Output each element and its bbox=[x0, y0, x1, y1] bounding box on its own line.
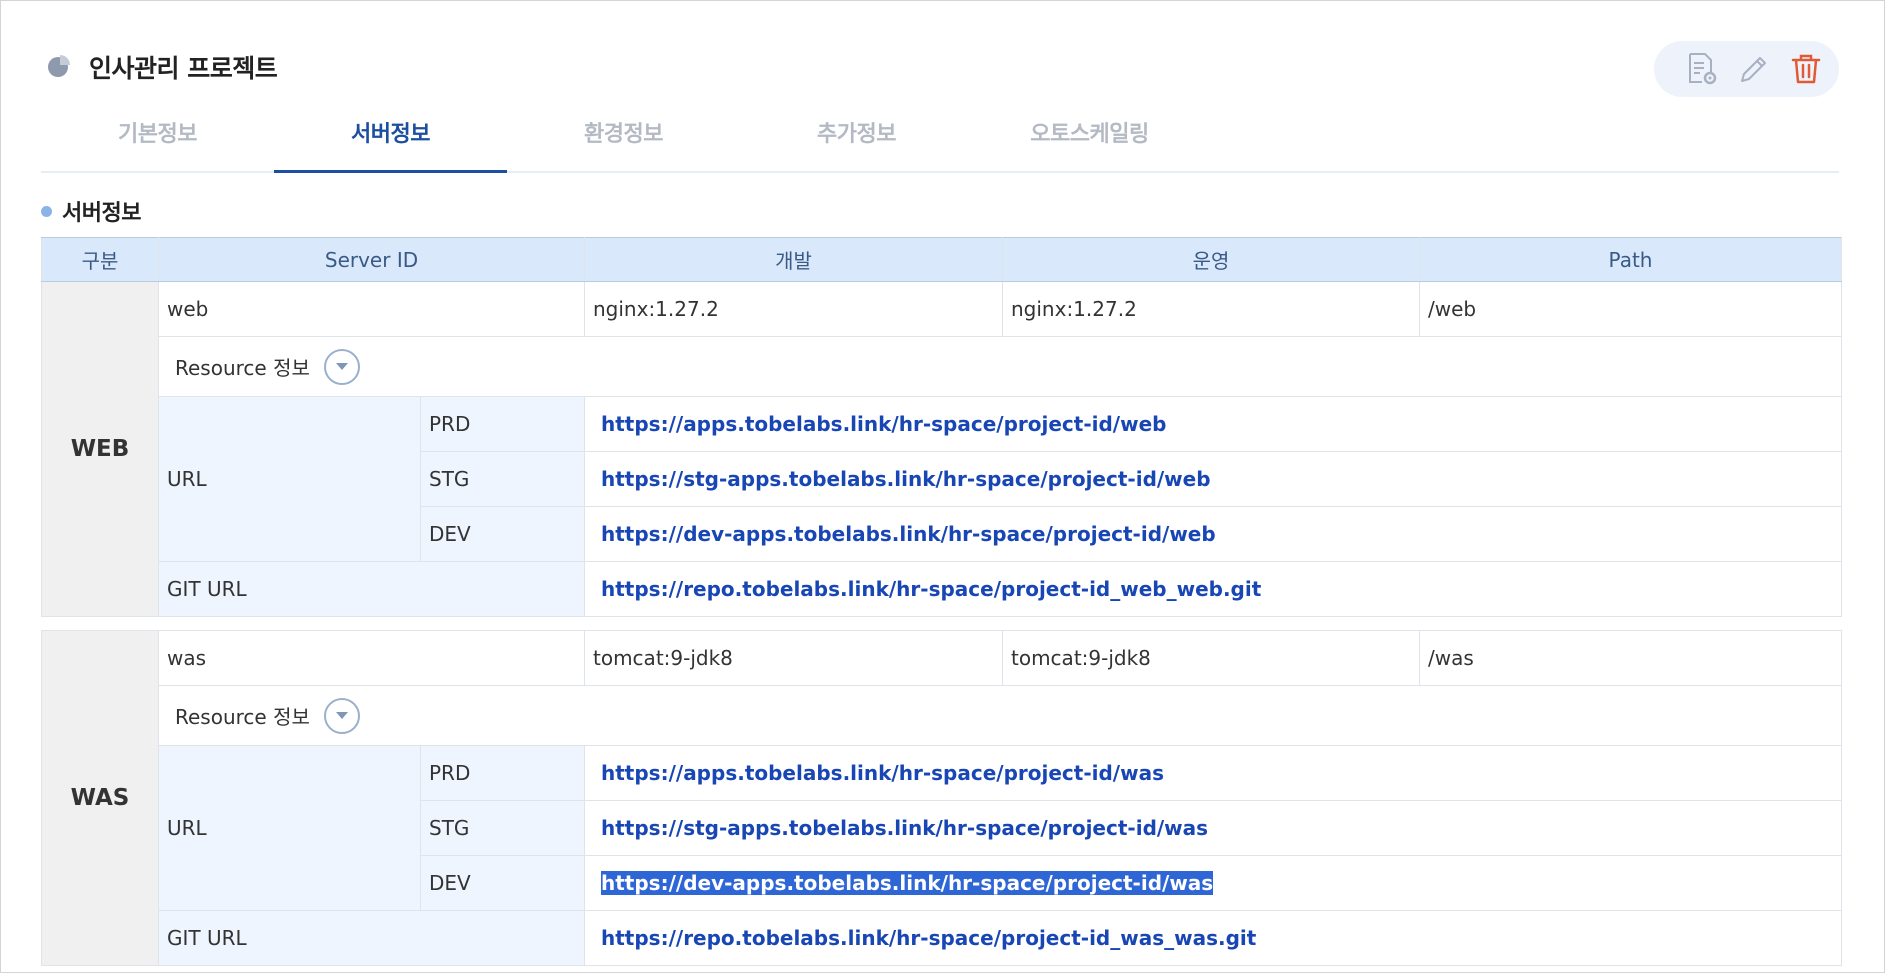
server-id-cell: was bbox=[158, 630, 585, 686]
settings-doc-icon bbox=[1689, 53, 1717, 85]
tab-bar: 기본정보 서버정보 환경정보 추가정보 오토스케일링 bbox=[41, 106, 1839, 173]
table-row: GIT URL https://repo.tobelabs.link/hr-sp… bbox=[42, 910, 1842, 966]
col-header-server-id: Server ID bbox=[158, 237, 585, 282]
url-cell: https://apps.tobelabs.link/hr-space/proj… bbox=[584, 396, 1842, 452]
url-cell: https://stg-apps.tobelabs.link/hr-space/… bbox=[584, 800, 1842, 856]
url-cell: https://stg-apps.tobelabs.link/hr-space/… bbox=[584, 451, 1842, 507]
url-link-stg[interactable]: https://stg-apps.tobelabs.link/hr-space/… bbox=[601, 467, 1211, 491]
tab-additional-info[interactable]: 추가정보 bbox=[740, 106, 973, 171]
url-link-prd[interactable]: https://apps.tobelabs.link/hr-space/proj… bbox=[601, 761, 1164, 785]
url-cell: https://dev-apps.tobelabs.link/hr-space/… bbox=[584, 506, 1842, 562]
git-url-cell: https://repo.tobelabs.link/hr-space/proj… bbox=[584, 561, 1842, 617]
url-cell: https://dev-apps.tobelabs.link/hr-space/… bbox=[584, 855, 1842, 911]
table-row: URL PRD https://apps.tobelabs.link/hr-sp… bbox=[42, 745, 1842, 911]
resource-info-label: Resource 정보 bbox=[175, 705, 310, 729]
env-label: STG bbox=[420, 451, 585, 507]
col-header-dev: 개발 bbox=[584, 237, 1003, 282]
env-label: PRD bbox=[420, 396, 585, 452]
resource-expand-button[interactable] bbox=[323, 697, 360, 734]
git-url-link[interactable]: https://repo.tobelabs.link/hr-space/proj… bbox=[601, 926, 1256, 950]
env-label: DEV bbox=[420, 855, 585, 911]
url-link-stg[interactable]: https://stg-apps.tobelabs.link/hr-space/… bbox=[601, 816, 1208, 840]
spacer-cell bbox=[41, 616, 1842, 631]
table-row: WAS was tomcat:9-jdk8 tomcat:9-jdk8 /was bbox=[41, 630, 1842, 966]
resource-info-cell: Resource 정보 bbox=[158, 336, 1842, 397]
table-row: GIT URL https://repo.tobelabs.link/hr-sp… bbox=[42, 561, 1842, 617]
col-header-path: Path bbox=[1419, 237, 1842, 282]
edit-button[interactable] bbox=[1735, 50, 1773, 88]
tab-autoscaling[interactable]: 오토스케일링 bbox=[973, 106, 1206, 171]
col-header-category: 구분 bbox=[41, 237, 159, 282]
path-cell: /web bbox=[1419, 281, 1842, 337]
edit-icon bbox=[1741, 57, 1766, 82]
group-label-was: WAS bbox=[41, 630, 159, 966]
action-toolbar bbox=[1654, 41, 1839, 97]
chevron-down-icon bbox=[335, 712, 348, 719]
server-info-table: 구분 Server ID 개발 운영 Path WEB web nginx:1.… bbox=[41, 237, 1842, 966]
delete-icon bbox=[1791, 54, 1821, 84]
dev-image-cell: nginx:1.27.2 bbox=[584, 281, 1003, 337]
url-link-prd[interactable]: https://apps.tobelabs.link/hr-space/proj… bbox=[601, 412, 1166, 436]
chevron-down-icon bbox=[335, 363, 348, 370]
tab-environment-info[interactable]: 환경정보 bbox=[507, 106, 740, 171]
col-header-prod: 운영 bbox=[1002, 237, 1420, 282]
url-label: URL bbox=[158, 396, 421, 562]
url-cell: https://apps.tobelabs.link/hr-space/proj… bbox=[584, 745, 1842, 801]
path-cell: /was bbox=[1419, 630, 1842, 686]
table-row: WEB web nginx:1.27.2 nginx:1.27.2 /web bbox=[41, 281, 1842, 617]
group-label-web: WEB bbox=[41, 281, 159, 617]
git-url-label: GIT URL bbox=[158, 910, 585, 966]
resource-expand-button[interactable] bbox=[323, 348, 360, 385]
bullet-dot-icon bbox=[41, 205, 52, 217]
resource-info-label: Resource 정보 bbox=[175, 356, 310, 380]
tab-server-info[interactable]: 서버정보 bbox=[274, 106, 507, 173]
server-id-cell: web bbox=[158, 281, 585, 337]
group-spacer bbox=[41, 616, 1842, 631]
tab-basic-info[interactable]: 기본정보 bbox=[41, 106, 274, 171]
env-label: DEV bbox=[420, 506, 585, 562]
settings-doc-button[interactable] bbox=[1683, 50, 1721, 88]
git-url-label: GIT URL bbox=[158, 561, 585, 617]
pie-chart-icon bbox=[48, 55, 70, 77]
resource-info-cell: Resource 정보 bbox=[158, 685, 1842, 746]
url-link-dev[interactable]: https://dev-apps.tobelabs.link/hr-space/… bbox=[601, 522, 1216, 546]
table-header-row: 구분 Server ID 개발 운영 Path bbox=[41, 237, 1842, 282]
section-title: 서버정보 bbox=[41, 195, 141, 227]
delete-button[interactable] bbox=[1787, 50, 1825, 88]
prod-image-cell: nginx:1.27.2 bbox=[1002, 281, 1420, 337]
url-link-dev[interactable]: https://dev-apps.tobelabs.link/hr-space/… bbox=[601, 871, 1214, 895]
url-label: URL bbox=[158, 745, 421, 911]
git-url-link[interactable]: https://repo.tobelabs.link/hr-space/proj… bbox=[601, 577, 1261, 601]
env-label: PRD bbox=[420, 745, 585, 801]
env-label: STG bbox=[420, 800, 585, 856]
table-row: Resource 정보 bbox=[42, 685, 1842, 746]
table-row: Resource 정보 bbox=[42, 336, 1842, 397]
project-detail-panel: 인사관리 프로젝트 기본정보 서버정보 환경정보 추가정보 오토스케일링 서버정… bbox=[0, 0, 1885, 973]
page-title: 인사관리 프로젝트 bbox=[89, 54, 278, 83]
table-row: URL PRD https://apps.tobelabs.link/hr-sp… bbox=[42, 396, 1842, 562]
prod-image-cell: tomcat:9-jdk8 bbox=[1002, 630, 1420, 686]
dev-image-cell: tomcat:9-jdk8 bbox=[584, 630, 1003, 686]
page-header: 인사관리 프로젝트 bbox=[41, 41, 1839, 97]
git-url-cell: https://repo.tobelabs.link/hr-space/proj… bbox=[584, 910, 1842, 966]
